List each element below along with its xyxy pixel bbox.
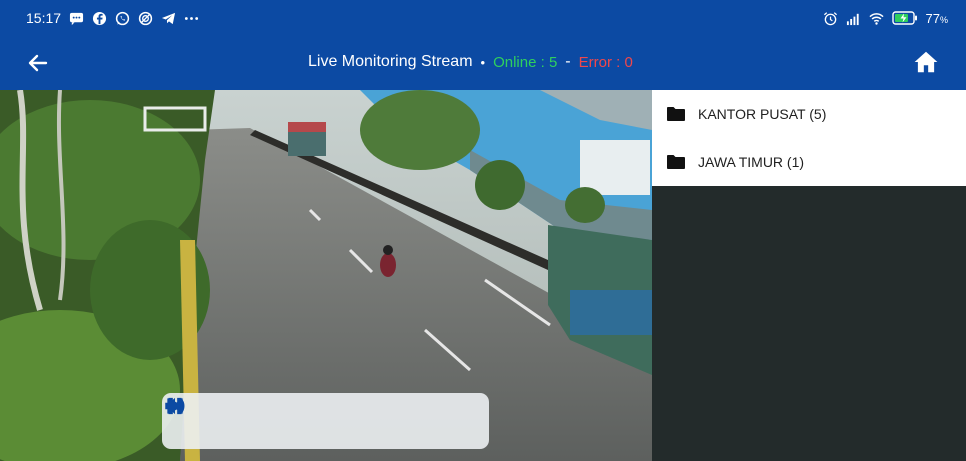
error-count: Error : 0 — [578, 53, 633, 71]
skip-previous-button[interactable] — [167, 398, 399, 436]
alarm-icon — [823, 11, 838, 26]
status-time: 15:17 — [26, 10, 62, 26]
title-separator: • — [480, 54, 486, 70]
folder-list: KANTOR PUSAT (5) JAWA TIMUR (1) — [652, 90, 966, 186]
wifi-icon — [868, 11, 884, 26]
back-button[interactable] — [24, 49, 52, 77]
folder-label: KANTOR PUSAT (5) — [698, 106, 827, 122]
playback-controls — [162, 393, 489, 449]
folder-item-kantor-pusat[interactable]: KANTOR PUSAT (5) — [652, 90, 966, 138]
volume-button[interactable] — [165, 397, 224, 436]
message-icon — [69, 11, 84, 26]
home-button[interactable] — [912, 48, 940, 76]
whatsapp-icon — [115, 11, 130, 26]
camera-stream-view[interactable] — [0, 90, 652, 461]
folder-label: JAWA TIMUR (1) — [698, 154, 805, 170]
play-button[interactable] — [169, 398, 282, 436]
folder-icon — [666, 104, 686, 124]
battery-charging-icon — [891, 11, 918, 26]
folder-item-jawa-timur[interactable]: JAWA TIMUR (1) — [652, 138, 966, 186]
arrow-left-icon — [28, 54, 48, 72]
battery-level: 77% — [925, 10, 948, 26]
status-left: 15:17 — [26, 10, 199, 26]
pause-button[interactable] — [168, 397, 340, 436]
no-sign-icon — [138, 11, 153, 26]
page-title-group: Live Monitoring Stream • Online : 5 - Er… — [308, 53, 633, 71]
folder-icon — [666, 152, 686, 172]
app-bar: Live Monitoring Stream • Online : 5 - Er… — [0, 36, 966, 90]
status-right: 77% — [823, 11, 948, 26]
status-bar: 15:17 77% — [0, 0, 966, 36]
skip-next-button[interactable] — [167, 398, 457, 436]
facebook-icon — [92, 11, 107, 26]
camera-group-panel: KANTOR PUSAT (5) JAWA TIMUR (1) — [652, 90, 966, 461]
online-count: Online : 5 — [493, 53, 558, 71]
status-dash: - — [565, 53, 571, 70]
telegram-icon — [161, 11, 176, 26]
signal-icon — [846, 11, 861, 26]
page-title: Live Monitoring Stream — [308, 53, 473, 70]
home-icon — [914, 51, 938, 73]
skip-next-icon — [167, 398, 183, 414]
more-icon — [184, 11, 199, 26]
